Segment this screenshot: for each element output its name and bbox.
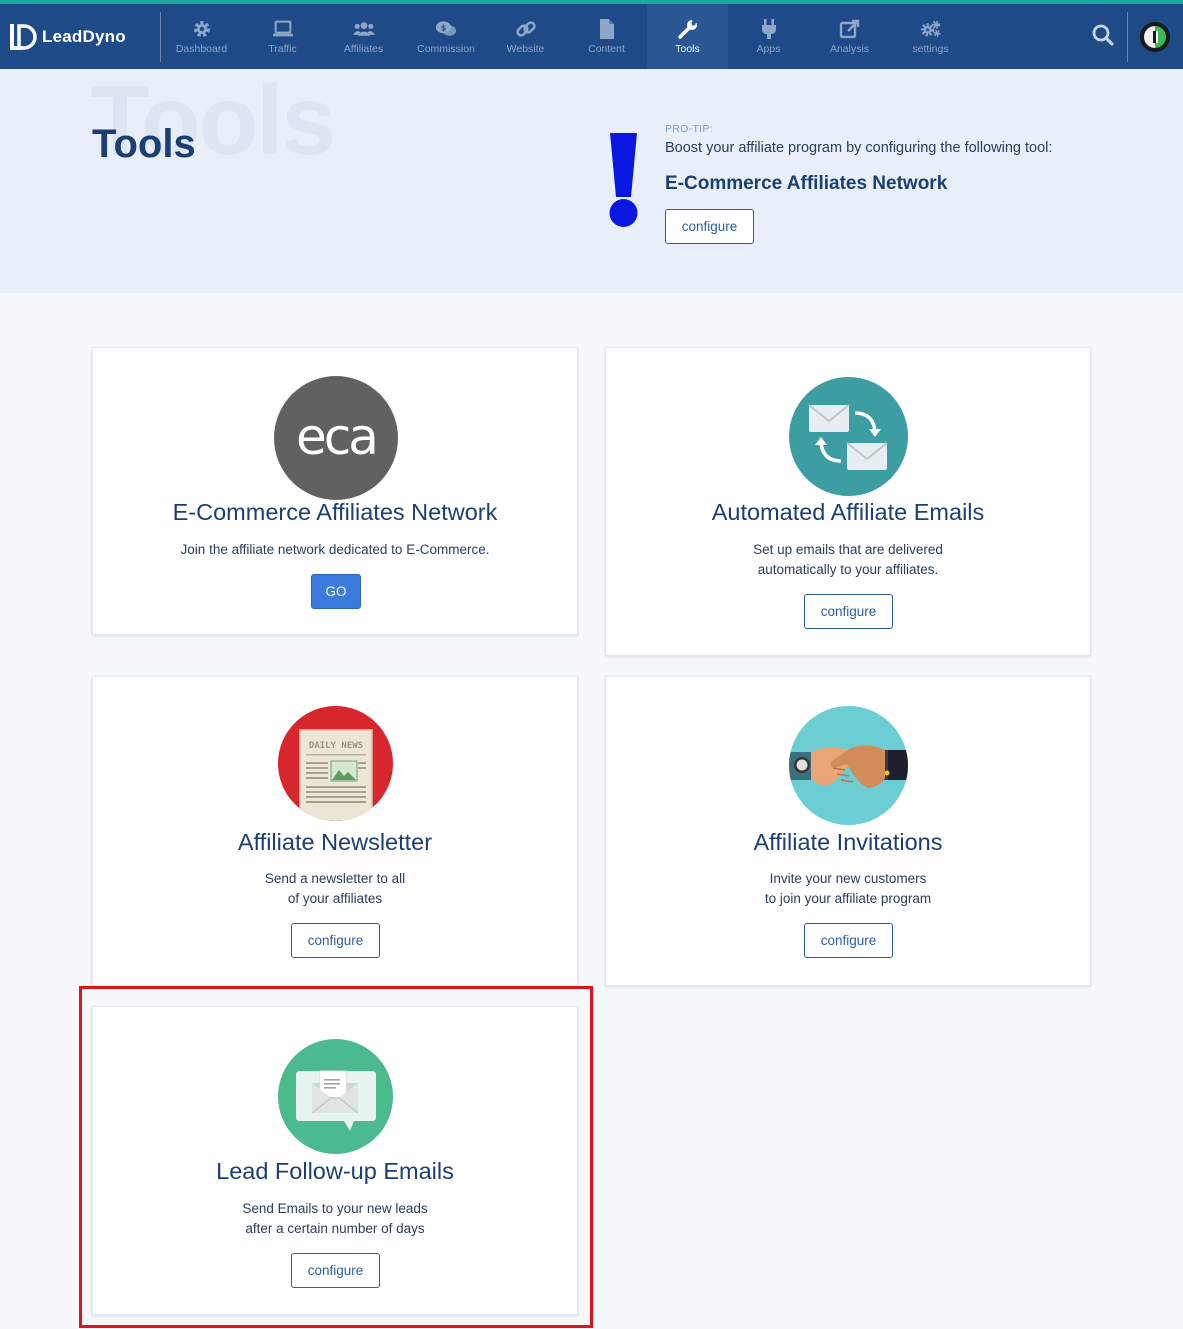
tool-card-title: Affiliate Invitations [753,829,943,855]
configure-button[interactable]: configure [804,923,893,958]
wrench-icon [677,18,699,40]
tool-card-description: Join the affiliate network dedicated to … [93,540,577,560]
leaddyno-logo[interactable]: LeadDyno [10,22,126,52]
nav-label: Commission [417,43,475,55]
logo-text: LeadDyno [42,27,126,46]
tool-card-affiliate-newsletter: DAILY NEWS Affiliate Newsletter Send a n… [92,676,578,986]
plug-icon [758,18,780,40]
nav-apps[interactable]: Apps [728,4,809,69]
email-exchange-icon [789,377,908,496]
search-icon[interactable] [1090,22,1116,48]
svg-text:$: $ [441,24,446,33]
document-icon [596,18,618,40]
tool-card-description: Send a newsletter to all of your affilia… [93,869,577,909]
tool-card-description-line: Join the affiliate network dedicated to … [180,542,490,557]
gear-icon [191,18,213,40]
nav-label: Tools [675,43,700,55]
go-button[interactable]: GO [311,574,361,609]
nav-analysis[interactable]: Analysis [809,4,890,69]
nav-label: settings [912,43,949,55]
user-avatar[interactable] [1140,22,1170,52]
exclamation-icon [604,131,644,231]
newspaper-icon: DAILY NEWS [278,706,393,821]
tool-card-description: Invite your new customers to join your a… [606,869,1090,909]
tool-card-description-line: to join your affiliate program [764,891,932,906]
handshake-icon [789,706,908,825]
tool-card-ecommerce-affiliates-network: eca E-Commerce Affiliates Network Join t… [92,347,578,635]
nav-traffic[interactable]: Traffic [242,4,323,69]
nav-divider [1127,12,1128,62]
nav-tools[interactable]: Tools [647,4,728,69]
configure-button[interactable]: configure [804,594,893,629]
laptop-icon [272,18,294,40]
top-nav: LeadDyno Dashboard Traffic Affiliates $ … [0,4,1183,69]
tool-card-description-line: Send a newsletter to all [264,871,406,886]
page-title: Tools [92,122,196,166]
tool-card-title: E-Commerce Affiliates Network [172,499,498,525]
nav-label: Affiliates [343,43,384,55]
highlight-box [79,986,593,1328]
eca-logo-icon: eca [274,376,398,500]
tool-card-description: Set up emails that are delivered automat… [606,540,1090,580]
external-edit-icon [839,18,861,40]
pro-tip-tool-name: E-Commerce Affiliates Network [665,173,948,194]
nav-content[interactable]: Content [566,4,647,69]
tool-card-title: Automated Affiliate Emails [711,499,985,525]
money-chat-icon: $ [435,18,457,40]
page-header: Tools Tools PRO-TIP: Boost your affiliat… [0,69,1183,293]
tool-card-description-line: automatically to your affiliates. [757,562,939,577]
tool-card-automated-affiliate-emails: Automated Affiliate Emails Set up emails… [605,347,1091,656]
nav-label: Website [506,43,545,55]
pro-tip-label: PRO-TIP: [665,123,713,135]
nav-label: Traffic [268,43,297,55]
nav-label: Dashboard [175,43,228,55]
gears-icon [920,18,942,40]
nav-affiliates[interactable]: Affiliates [323,4,404,69]
nav-commission[interactable]: $ Commission [404,4,488,69]
nav-dashboard[interactable]: Dashboard [161,4,242,69]
nav-settings[interactable]: settings [890,4,971,69]
nav-label: Apps [756,43,781,55]
pro-tip-text: Boost your affiliate program by configur… [665,140,1053,156]
configure-button[interactable]: configure [291,923,380,958]
eca-logo-text: eca [296,408,376,466]
nav-website[interactable]: Website [485,4,566,69]
users-icon [352,18,375,40]
tool-card-description-line: of your affiliates [287,891,383,906]
pro-tip-configure-button[interactable]: configure [665,209,754,244]
tool-card-description-line: Invite your new customers [769,871,927,886]
nav-label: Content [588,43,625,55]
tool-card-affiliate-invitations: Affiliate Invitations Invite your new cu… [605,676,1091,986]
tool-card-title: Affiliate Newsletter [237,829,433,855]
nav-label: Analysis [829,43,870,55]
link-icon [515,18,537,40]
leaddyno-logo-mark-icon [10,22,38,52]
newspaper-masthead: DAILY NEWS [309,741,363,751]
tool-card-description-line: Set up emails that are delivered [753,542,943,557]
